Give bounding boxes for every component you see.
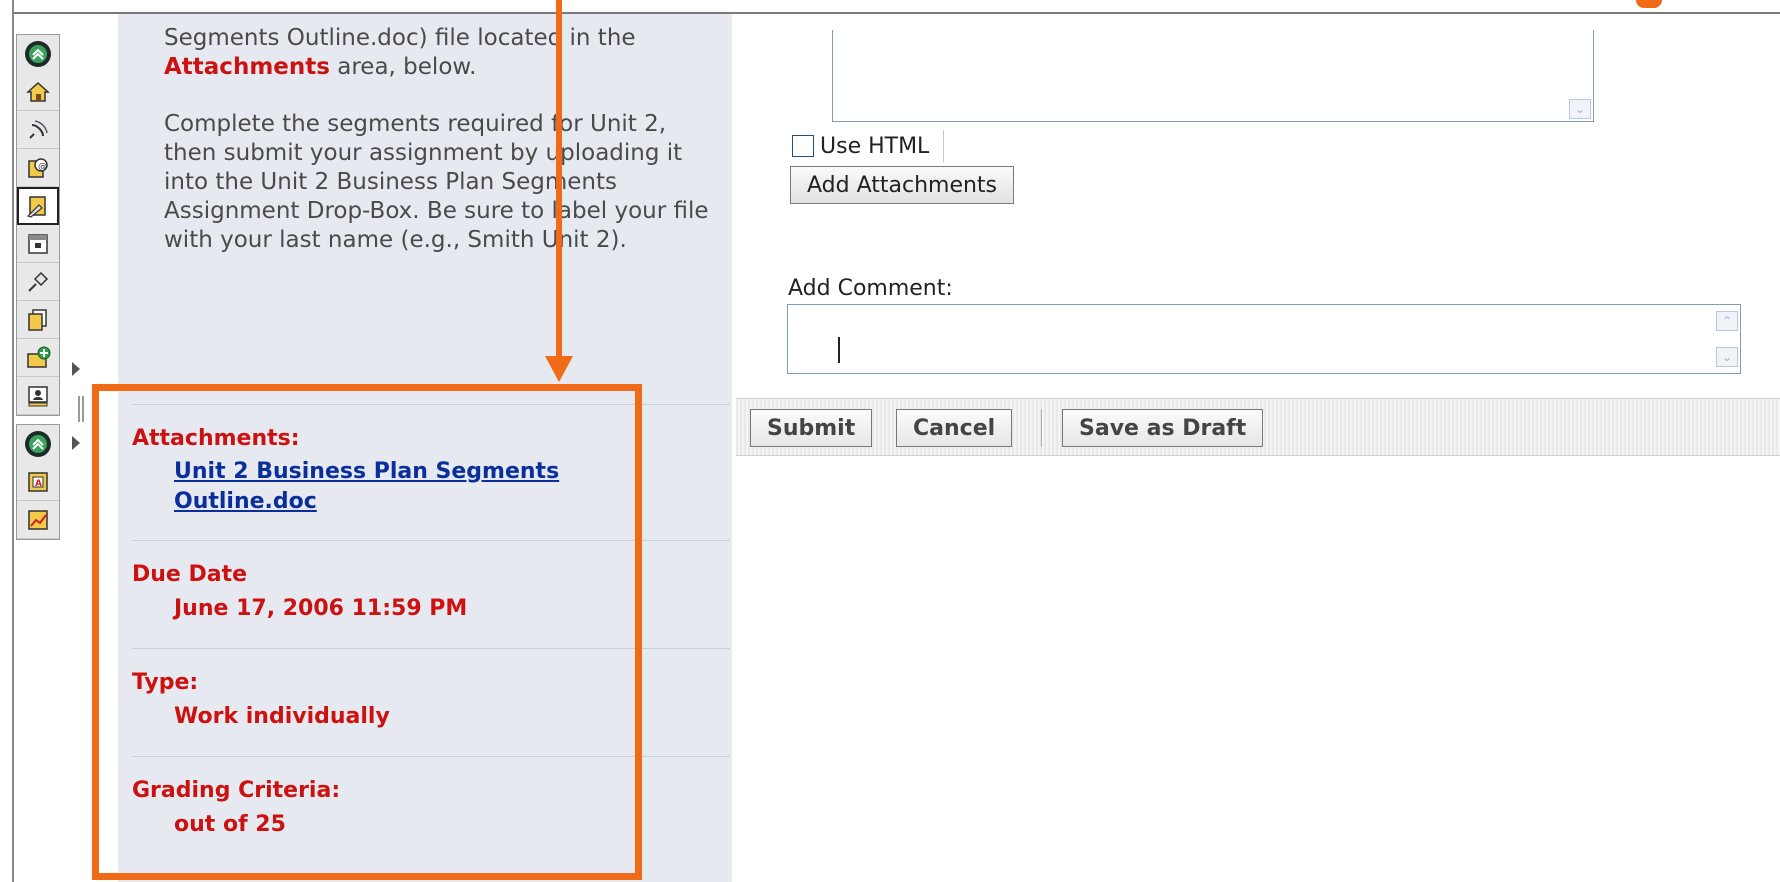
assignment-icon[interactable] bbox=[17, 187, 59, 225]
announcement-icon[interactable] bbox=[17, 111, 59, 149]
submission-text-area[interactable]: ⌄ bbox=[832, 30, 1594, 122]
discussion-icon[interactable]: @ bbox=[17, 149, 59, 187]
add-comment-label: Add Comment: bbox=[788, 276, 953, 301]
svg-text:@: @ bbox=[38, 162, 47, 172]
description-intro: Segments Outline.doc) file located in th… bbox=[164, 24, 724, 82]
collapse-up-icon[interactable] bbox=[17, 425, 59, 463]
annotation-arrow-shaft bbox=[556, 0, 562, 362]
use-html-checkbox[interactable] bbox=[792, 135, 814, 157]
annotation-highlight-box bbox=[92, 384, 642, 880]
presentation-icon[interactable] bbox=[17, 377, 59, 415]
expand-arrow-icon[interactable] bbox=[72, 362, 80, 376]
annotation-mark bbox=[1636, 0, 1662, 8]
documents-icon[interactable] bbox=[17, 301, 59, 339]
text-cursor bbox=[838, 337, 840, 363]
submit-button[interactable]: Submit bbox=[750, 409, 873, 447]
use-html-toggle[interactable]: Use HTML bbox=[792, 130, 945, 162]
annotation-arrow-head bbox=[545, 356, 573, 382]
assignment-description: Segments Outline.doc) file located in th… bbox=[164, 24, 724, 283]
tool-sidebar: @ A bbox=[16, 34, 60, 548]
svg-text:A: A bbox=[35, 479, 42, 489]
calendar-icon[interactable] bbox=[17, 225, 59, 263]
comment-input[interactable]: ⌃ ⌄ bbox=[787, 304, 1741, 374]
window-top-border bbox=[0, 0, 1780, 14]
attachments-reference: Attachments bbox=[164, 54, 330, 80]
grades-icon[interactable]: A bbox=[17, 463, 59, 501]
window-left-border bbox=[0, 0, 14, 882]
scroll-down-icon[interactable]: ⌄ bbox=[1569, 99, 1591, 119]
description-line: area, below. bbox=[329, 54, 477, 80]
pin-icon[interactable] bbox=[17, 263, 59, 301]
cancel-button[interactable]: Cancel bbox=[896, 409, 1013, 447]
collapse-up-icon[interactable] bbox=[17, 35, 59, 73]
scroll-up-icon[interactable]: ⌃ bbox=[1716, 311, 1738, 331]
form-action-bar: Submit Cancel Save as Draft bbox=[736, 398, 1780, 456]
add-attachments-button[interactable]: Add Attachments bbox=[790, 166, 1015, 204]
tool-group-1: @ bbox=[16, 34, 60, 416]
toolbar-separator bbox=[1041, 409, 1043, 447]
description-instructions: Complete the segments required for Unit … bbox=[164, 111, 709, 253]
add-message-icon[interactable] bbox=[17, 339, 59, 377]
home-icon[interactable] bbox=[17, 73, 59, 111]
description-line: Segments Outline.doc) file located in th… bbox=[164, 25, 636, 51]
expand-arrow-icon[interactable] bbox=[72, 436, 80, 450]
use-html-label: Use HTML bbox=[820, 133, 930, 159]
tool-group-2: A bbox=[16, 424, 60, 540]
scroll-down-icon[interactable]: ⌄ bbox=[1716, 347, 1738, 367]
save-as-draft-button[interactable]: Save as Draft bbox=[1062, 409, 1264, 447]
reports-icon[interactable] bbox=[17, 501, 59, 539]
panel-splitter-handle[interactable] bbox=[78, 396, 84, 422]
